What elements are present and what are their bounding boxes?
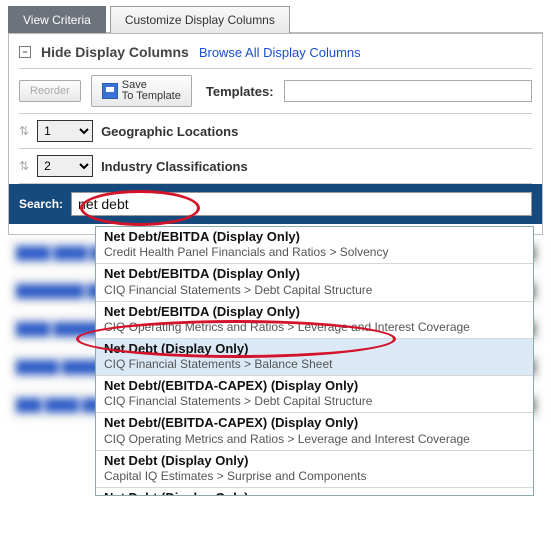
suggestion-title: Net Debt/(EBITDA-CAPEX) (Display Only): [104, 378, 525, 394]
suggestion-path: Credit Health Panel Financials and Ratio…: [104, 245, 525, 260]
suggestion-item[interactable]: Net Debt/EBITDA (Display Only)CIQ Operat…: [96, 302, 533, 339]
suggestion-item[interactable]: Net Debt/(EBITDA-CAPEX) (Display Only)CI…: [96, 376, 533, 413]
suggestion-path: CIQ Financial Statements > Balance Sheet: [104, 357, 525, 372]
toolbar: Reorder Save To Template Templates:: [19, 68, 532, 114]
suggestion-title: Net Debt (Display Only): [104, 341, 525, 357]
save-template-button[interactable]: Save To Template: [91, 75, 192, 107]
drag-handle-icon[interactable]: ⇅: [19, 159, 29, 173]
customize-panel: − Hide Display Columns Browse All Displa…: [8, 32, 543, 235]
suggestion-item[interactable]: Net Debt (Display Only)Capital IQ Estima…: [96, 488, 533, 496]
suggestion-path: Capital IQ Estimates > Surprise and Comp…: [104, 469, 525, 484]
suggestion-path: CIQ Operating Metrics and Ratios > Lever…: [104, 432, 525, 447]
search-label: Search:: [19, 197, 63, 211]
suggestion-title: Net Debt/EBITDA (Display Only): [104, 266, 525, 282]
suggestion-item[interactable]: Net Debt/EBITDA (Display Only)Credit Hea…: [96, 227, 533, 264]
drag-handle-icon[interactable]: ⇅: [19, 124, 29, 138]
order-label: Industry Classifications: [101, 159, 248, 174]
search-bar: Search:: [9, 184, 542, 224]
tab-bar: View Criteria Customize Display Columns: [8, 6, 543, 33]
suggestion-title: Net Debt/EBITDA (Display Only): [104, 304, 525, 320]
tab-view-criteria[interactable]: View Criteria: [8, 6, 106, 33]
suggestion-title: Net Debt/EBITDA (Display Only): [104, 229, 525, 245]
order-select[interactable]: 2: [37, 155, 93, 177]
collapse-icon[interactable]: −: [19, 46, 31, 58]
browse-all-link[interactable]: Browse All Display Columns: [199, 45, 361, 60]
save-icon: [102, 83, 118, 99]
panel-title: Hide Display Columns: [41, 44, 189, 60]
search-input[interactable]: [71, 192, 532, 216]
templates-input[interactable]: [284, 80, 532, 102]
tab-customize-columns[interactable]: Customize Display Columns: [110, 6, 290, 33]
order-label: Geographic Locations: [101, 124, 238, 139]
order-row: ⇅ 2 Industry Classifications: [19, 149, 532, 184]
suggestion-title: Net Debt (Display Only): [104, 490, 525, 496]
suggestion-title: Net Debt/(EBITDA-CAPEX) (Display Only): [104, 415, 525, 431]
suggestion-item[interactable]: Net Debt/EBITDA (Display Only)CIQ Financ…: [96, 264, 533, 301]
order-row: ⇅ 1 Geographic Locations: [19, 114, 532, 149]
suggestion-path: CIQ Financial Statements > Debt Capital …: [104, 394, 525, 409]
order-select[interactable]: 1: [37, 120, 93, 142]
suggestion-path: CIQ Financial Statements > Debt Capital …: [104, 283, 525, 298]
suggestion-item[interactable]: Net Debt/(EBITDA-CAPEX) (Display Only)CI…: [96, 413, 533, 450]
suggestion-title: Net Debt (Display Only): [104, 453, 525, 469]
save-label-line2: To Template: [122, 91, 181, 102]
reorder-button[interactable]: Reorder: [19, 80, 81, 102]
templates-label: Templates:: [206, 84, 274, 99]
search-suggestions: Net Debt/EBITDA (Display Only)Credit Hea…: [95, 226, 534, 496]
suggestion-path: CIQ Operating Metrics and Ratios > Lever…: [104, 320, 525, 335]
suggestion-item[interactable]: Net Debt (Display Only)Capital IQ Estima…: [96, 451, 533, 488]
suggestion-item[interactable]: Net Debt (Display Only)CIQ Financial Sta…: [96, 339, 533, 376]
